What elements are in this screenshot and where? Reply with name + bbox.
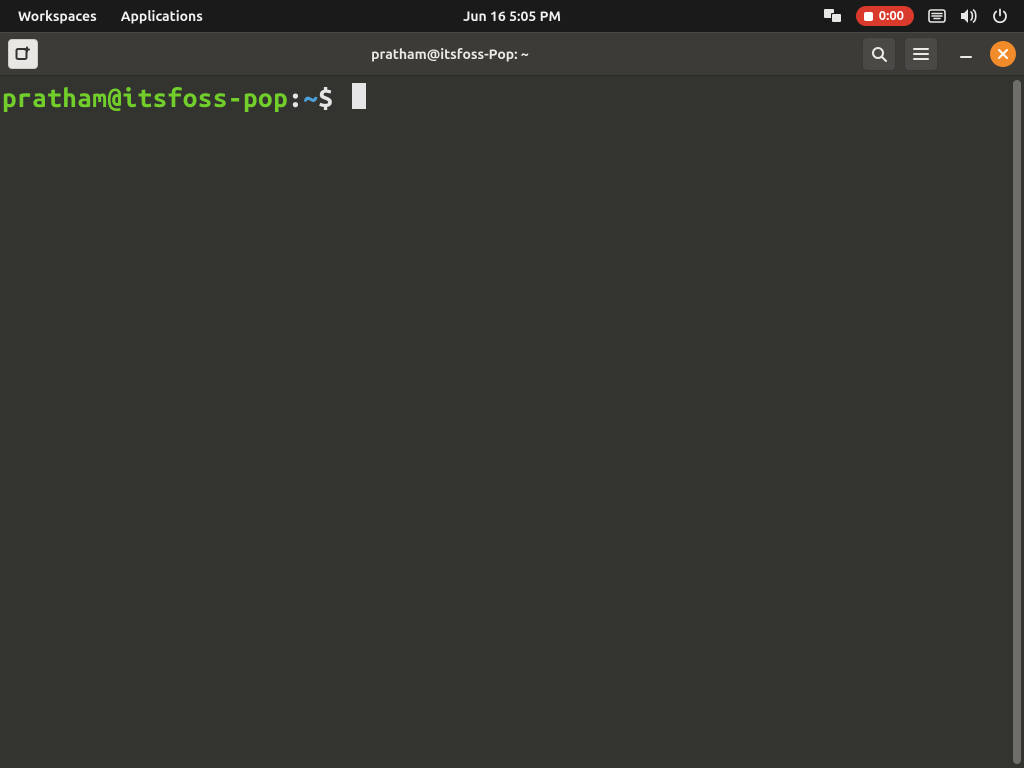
windows-overview-icon[interactable] xyxy=(824,9,842,23)
applications-button[interactable]: Applications xyxy=(121,8,203,24)
new-tab-button[interactable] xyxy=(8,39,38,69)
prompt-separator: : xyxy=(288,83,303,112)
prompt-path: ~ xyxy=(303,83,318,112)
hamburger-menu-icon xyxy=(913,47,929,61)
prompt-user-host: pratham@itsfoss-pop xyxy=(2,83,288,112)
terminal-header-bar: pratham@itsfoss-Pop: ~ xyxy=(0,32,1024,76)
minimize-button[interactable] xyxy=(952,40,980,68)
window-title: pratham@itsfoss-Pop: ~ xyxy=(46,46,854,62)
power-icon[interactable] xyxy=(992,8,1008,24)
minimize-icon xyxy=(959,47,973,61)
scrollbar[interactable] xyxy=(1013,80,1021,764)
search-icon xyxy=(871,46,887,62)
new-tab-icon xyxy=(15,46,31,62)
workspaces-button[interactable]: Workspaces xyxy=(18,8,97,24)
terminal[interactable]: pratham@itsfoss-pop:~$ xyxy=(0,76,1024,768)
close-button[interactable] xyxy=(990,41,1016,67)
close-icon xyxy=(997,48,1009,60)
prompt-symbol: $ xyxy=(318,83,333,112)
input-source-icon[interactable] xyxy=(928,9,946,23)
clock[interactable]: Jun 16 5:05 PM xyxy=(463,8,561,24)
screen-recording-indicator[interactable]: 0:00 xyxy=(856,6,914,26)
search-button[interactable] xyxy=(862,37,896,71)
recording-timer: 0:00 xyxy=(879,9,904,23)
hamburger-menu-button[interactable] xyxy=(904,37,938,71)
terminal-viewport: pratham@itsfoss-pop:~$ xyxy=(0,76,1024,768)
text-cursor xyxy=(352,83,366,109)
stop-recording-icon xyxy=(864,12,873,21)
desktop-top-bar: Workspaces Applications Jun 16 5:05 PM 0… xyxy=(0,0,1024,32)
speaker-icon[interactable] xyxy=(960,8,978,24)
